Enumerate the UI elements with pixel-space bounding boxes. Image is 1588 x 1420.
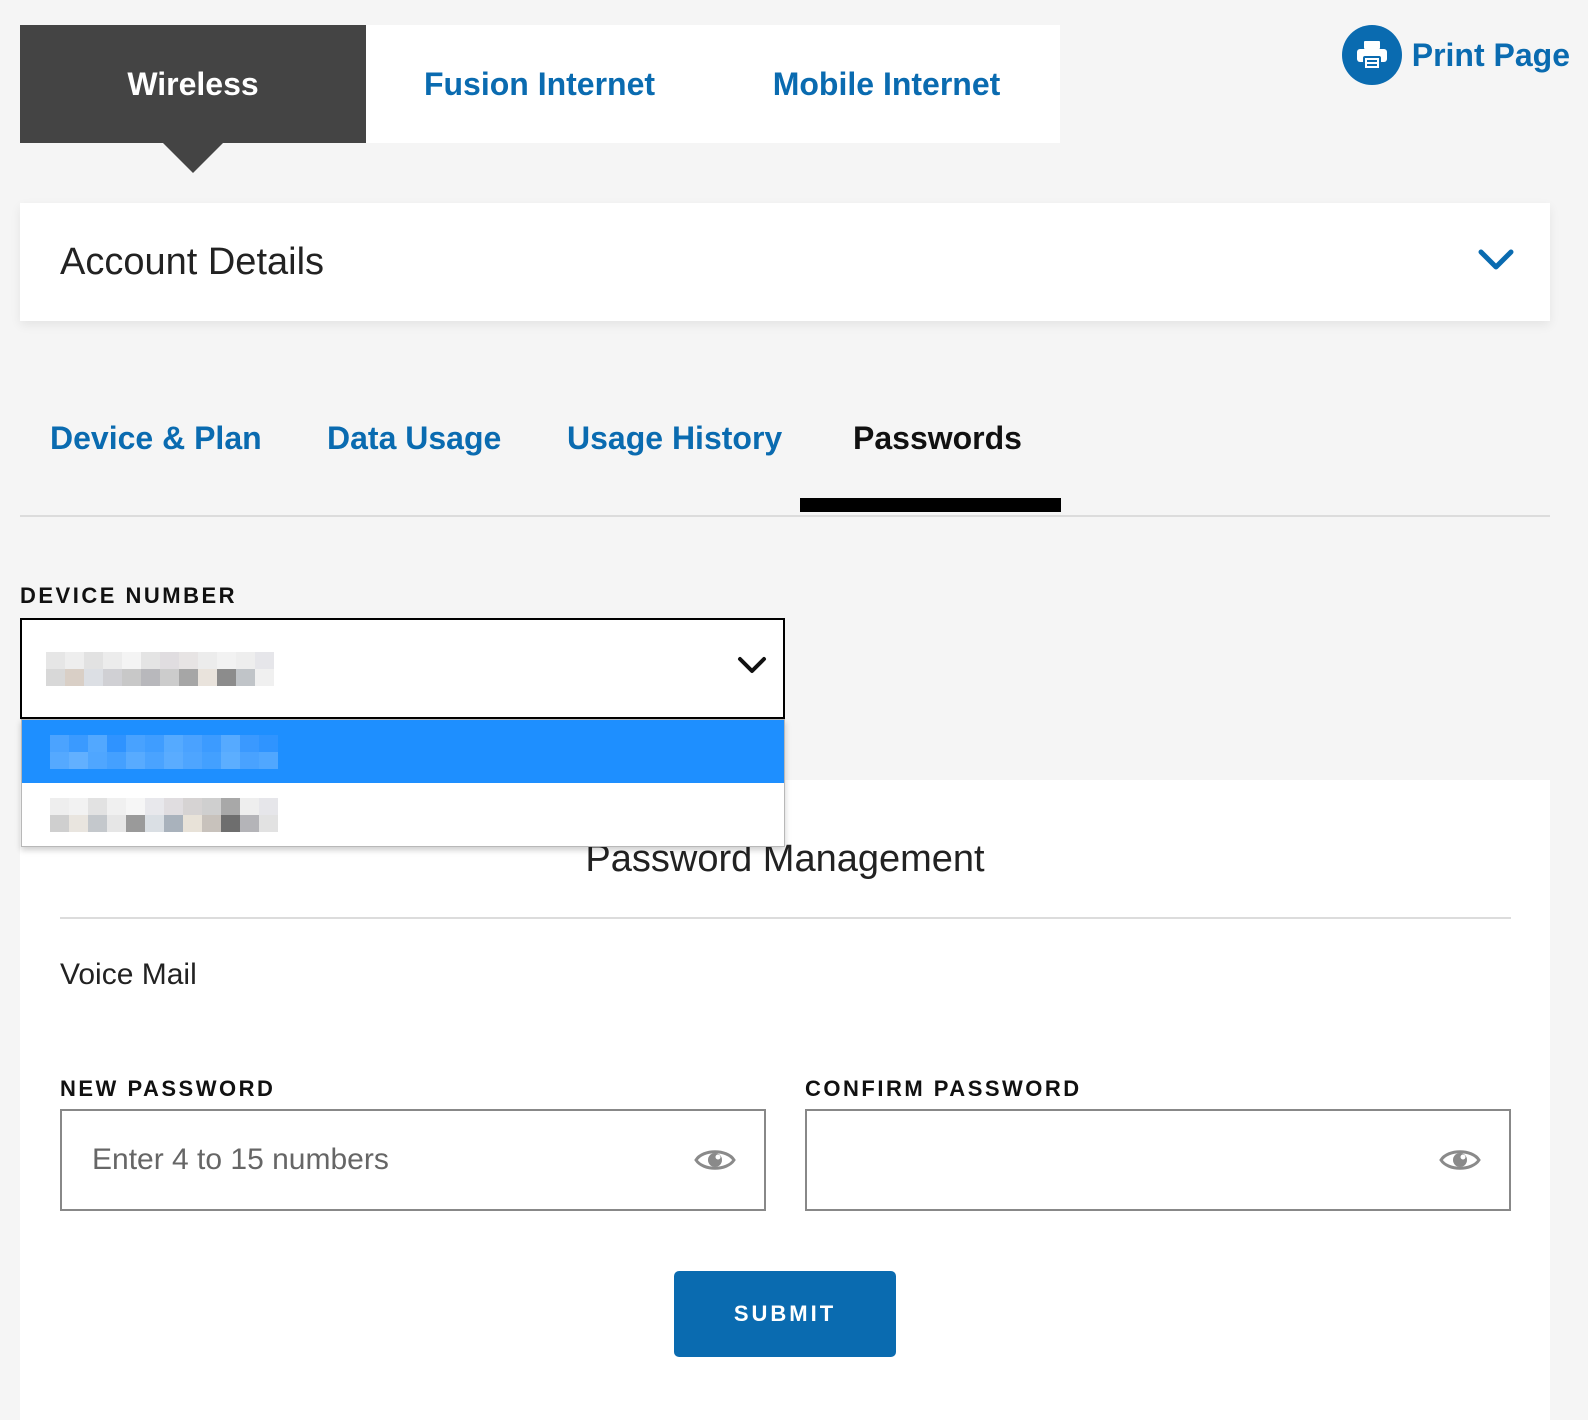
tab-device-plan[interactable]: Device & Plan (50, 420, 262, 457)
device-number-select[interactable] (20, 618, 785, 719)
tab-mobile-internet[interactable]: Mobile Internet (713, 25, 1060, 143)
device-number-label: DEVICE NUMBER (20, 583, 238, 608)
tab-data-usage[interactable]: Data Usage (327, 420, 501, 457)
account-details-accordion[interactable]: Account Details (20, 203, 1550, 321)
confirm-password-field-wrapper (805, 1109, 1511, 1211)
redacted-device-number (46, 651, 274, 686)
tab-passwords[interactable]: Passwords (853, 420, 1022, 457)
tab-wireless[interactable]: Wireless (20, 25, 366, 173)
submit-button[interactable]: SUBMIT (674, 1271, 896, 1357)
new-password-field-wrapper (60, 1109, 766, 1211)
eye-icon[interactable] (1439, 1145, 1481, 1175)
product-tabs: Wireless Fusion Internet Mobile Internet (20, 25, 1060, 173)
voice-mail-heading: Voice Mail (60, 958, 197, 991)
confirm-password-label: CONFIRM PASSWORD (805, 1076, 1082, 1101)
eye-icon[interactable] (694, 1145, 736, 1175)
new-password-input[interactable] (62, 1111, 764, 1209)
redacted-device-number (50, 797, 278, 832)
printer-icon (1341, 25, 1402, 85)
print-page-button[interactable]: Print Page (1341, 25, 1570, 85)
password-management-card: Password Management Voice Mail NEW PASSW… (20, 780, 1550, 1420)
redacted-device-number (50, 734, 278, 769)
chevron-down-icon[interactable] (737, 656, 767, 681)
account-details-title: Account Details (60, 240, 325, 283)
new-password-label: NEW PASSWORD (60, 1076, 276, 1101)
active-tab-indicator (800, 498, 1061, 512)
print-page-label: Print Page (1411, 36, 1570, 73)
confirm-password-input[interactable] (807, 1111, 1509, 1209)
chevron-down-icon[interactable] (1478, 248, 1514, 277)
dropdown-option[interactable] (22, 783, 784, 846)
tab-fusion-internet[interactable]: Fusion Internet (366, 25, 713, 143)
device-number-dropdown-list (21, 719, 785, 847)
dropdown-option[interactable] (22, 720, 784, 783)
tab-usage-history[interactable]: Usage History (567, 420, 782, 457)
divider (60, 917, 1511, 919)
account-sub-tabs: Device & Plan Data Usage Usage History P… (20, 390, 1550, 517)
